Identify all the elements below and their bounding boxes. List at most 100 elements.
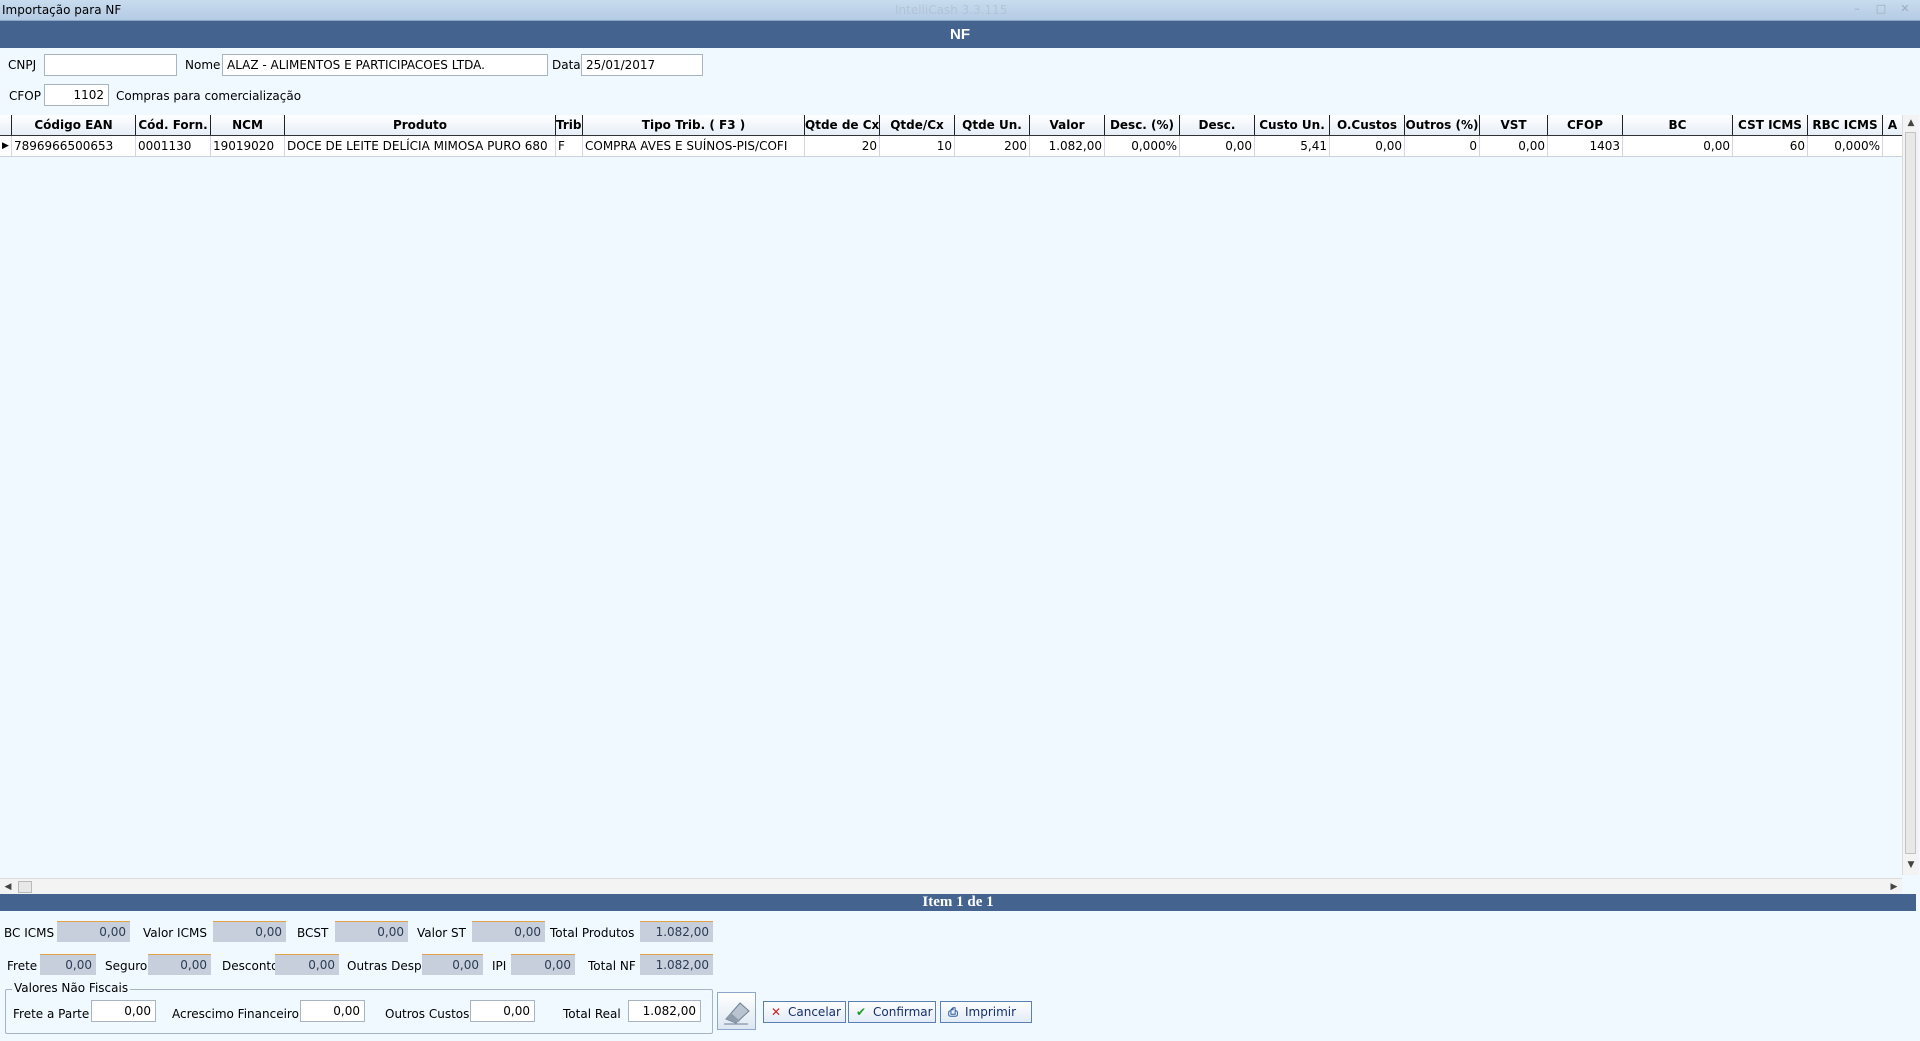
total-real-input[interactable]: 1.082,00 — [628, 1000, 701, 1022]
vertical-scrollbar[interactable]: ▲ ▼ — [1902, 115, 1919, 875]
col-header-desc-pct[interactable]: Desc. (%) — [1105, 115, 1180, 135]
frete-value: 0,00 — [40, 954, 96, 975]
item-status-bar: Item 1 de 1 — [0, 894, 1916, 911]
acrescimo-financeiro-label: Acrescimo Financeiro — [172, 1007, 299, 1021]
cell-tipo-trib[interactable]: COMPRA AVES E SUÍNOS-PIS/COFI — [583, 136, 805, 156]
bcst-label: BCST — [297, 926, 329, 940]
cell-outros-pct[interactable]: 0 — [1405, 136, 1480, 156]
confirmar-button[interactable]: ✔ Confirmar — [848, 1001, 936, 1023]
cell-qtde-un[interactable]: 200 — [955, 136, 1030, 156]
imprimir-button[interactable]: ⎙ Imprimir — [940, 1001, 1032, 1023]
main-content: CNPJ Nome ALAZ - ALIMENTOS E PARTICIPACO… — [0, 48, 1920, 1041]
frete-label: Frete — [7, 959, 38, 973]
cell-a[interactable] — [1883, 136, 1902, 156]
outras-desp-label: Outras Desp. — [347, 959, 426, 973]
desconto-label: Desconto — [222, 959, 279, 973]
outras-desp-value: 0,00 — [422, 954, 483, 975]
cell-trib[interactable]: F — [556, 136, 583, 156]
col-header-bc[interactable]: BC — [1623, 115, 1733, 135]
outros-custos-label: Outros Custos — [385, 1007, 470, 1021]
col-header-rbc-icms[interactable]: RBC ICMS — [1808, 115, 1883, 135]
col-header-vst[interactable]: VST — [1480, 115, 1548, 135]
cell-valor[interactable]: 1.082,00 — [1030, 136, 1105, 156]
cell-custo-un[interactable]: 5,41 — [1255, 136, 1330, 156]
cell-desc-pct[interactable]: 0,000% — [1105, 136, 1180, 156]
vertical-scroll-thumb[interactable] — [1905, 132, 1916, 854]
cell-desc[interactable]: 0,00 — [1180, 136, 1255, 156]
cancelar-label: Cancelar — [788, 1005, 841, 1019]
frete-parte-input[interactable]: 0,00 — [91, 1000, 156, 1022]
total-real-label: Total Real — [563, 1007, 621, 1021]
valor-st-value: 0,00 — [472, 921, 545, 942]
printer-icon: ⎙ — [948, 1005, 958, 1019]
col-header-outros-pct[interactable]: Outros (%) — [1405, 115, 1480, 135]
table-row[interactable]: ▶ 7896966500653 0001130 19019020 DOCE DE… — [0, 136, 1902, 157]
outros-custos-input[interactable]: 0,00 — [470, 1000, 535, 1022]
cfop-label: CFOP — [9, 89, 41, 103]
cfop-description: Compras para comercialização — [116, 89, 302, 103]
scroll-up-icon[interactable]: ▲ — [1903, 115, 1919, 131]
row-indicator-icon: ▶ — [0, 136, 12, 156]
nome-label: Nome — [185, 58, 221, 72]
data-label: Data — [552, 58, 581, 72]
valores-nao-fiscais-group: Valores Não Fiscais Frete a Parte 0,00 A… — [5, 981, 713, 1034]
cell-rbc-icms[interactable]: 0,000% — [1808, 136, 1883, 156]
valor-icms-label: Valor ICMS — [143, 926, 207, 940]
col-header-cod-forn[interactable]: Cód. Forn. — [136, 115, 211, 135]
cell-cfop[interactable]: 1403 — [1548, 136, 1623, 156]
confirmar-label: Confirmar — [873, 1005, 933, 1019]
app-title: IntelliCash 3.3.115 — [895, 3, 1008, 17]
col-header-qtde-un[interactable]: Qtde Un. — [955, 115, 1030, 135]
cell-qtde-cx[interactable]: 10 — [880, 136, 955, 156]
total-produtos-label: Total Produtos — [550, 926, 635, 940]
col-header-a[interactable]: A — [1883, 115, 1902, 135]
eraser-button[interactable] — [717, 992, 756, 1030]
frete-parte-label: Frete a Parte — [13, 1007, 90, 1021]
col-header-trib[interactable]: Trib. — [556, 115, 583, 135]
col-header-desc[interactable]: Desc. — [1180, 115, 1255, 135]
title-bar: Importação para NF IntelliCash 3.3.115 –… — [0, 0, 1920, 21]
valores-nao-fiscais-legend: Valores Não Fiscais — [12, 981, 131, 995]
col-header-produto[interactable]: Produto — [285, 115, 556, 135]
scroll-down-icon[interactable]: ▼ — [1903, 857, 1919, 873]
desconto-value: 0,00 — [275, 954, 339, 975]
cell-qtde-cxs[interactable]: 20 — [805, 136, 880, 156]
cell-ncm[interactable]: 19019020 — [211, 136, 285, 156]
data-input[interactable]: 25/01/2017 — [581, 54, 703, 76]
col-header-cfop[interactable]: CFOP — [1548, 115, 1623, 135]
cell-vst[interactable]: 0,00 — [1480, 136, 1548, 156]
cell-o-custos[interactable]: 0,00 — [1330, 136, 1405, 156]
total-nf-value: 1.082,00 — [640, 954, 713, 975]
cell-cst-icms[interactable]: 60 — [1733, 136, 1808, 156]
close-icon[interactable]: ✕ — [1898, 3, 1912, 15]
eraser-icon — [724, 1002, 750, 1025]
col-header-ncm[interactable]: NCM — [211, 115, 285, 135]
items-grid: Código EAN Cód. Forn. NCM Produto Trib. … — [0, 115, 1920, 896]
x-icon: ✕ — [770, 1005, 782, 1019]
cnpj-input[interactable] — [44, 54, 177, 76]
cancelar-button[interactable]: ✕ Cancelar — [763, 1001, 846, 1023]
cell-produto[interactable]: DOCE DE LEITE DELÍCIA MIMOSA PURO 680 — [285, 136, 556, 156]
col-header-tipo-trib[interactable]: Tipo Trib. ( F3 ) — [583, 115, 805, 135]
horizontal-scroll-thumb[interactable] — [18, 881, 32, 893]
check-icon: ✔ — [855, 1005, 867, 1019]
total-produtos-value: 1.082,00 — [640, 921, 713, 942]
col-header-cst-icms[interactable]: CST ICMS — [1733, 115, 1808, 135]
acrescimo-financeiro-input[interactable]: 0,00 — [300, 1000, 365, 1022]
minimize-icon[interactable]: – — [1850, 3, 1864, 15]
col-header-custo-un[interactable]: Custo Un. — [1255, 115, 1330, 135]
cell-bc[interactable]: 0,00 — [1623, 136, 1733, 156]
maximize-icon[interactable]: □ — [1874, 3, 1888, 15]
cell-codigo-ean[interactable]: 7896966500653 — [12, 136, 136, 156]
col-header-qtde-cxs[interactable]: Qtde de Cxs — [805, 115, 880, 135]
col-header-qtde-cx[interactable]: Qtde/Cx — [880, 115, 955, 135]
cell-cod-forn[interactable]: 0001130 — [136, 136, 211, 156]
cnpj-label: CNPJ — [8, 58, 37, 72]
col-header-o-custos[interactable]: O.Custos — [1330, 115, 1405, 135]
col-header-codigo-ean[interactable]: Código EAN — [12, 115, 136, 135]
page-header: NF — [0, 21, 1920, 48]
grid-header: Código EAN Cód. Forn. NCM Produto Trib. … — [0, 115, 1902, 136]
nome-input[interactable]: ALAZ - ALIMENTOS E PARTICIPACOES LTDA. — [222, 54, 548, 76]
cfop-input[interactable]: 1102 — [44, 84, 109, 106]
col-header-valor[interactable]: Valor — [1030, 115, 1105, 135]
